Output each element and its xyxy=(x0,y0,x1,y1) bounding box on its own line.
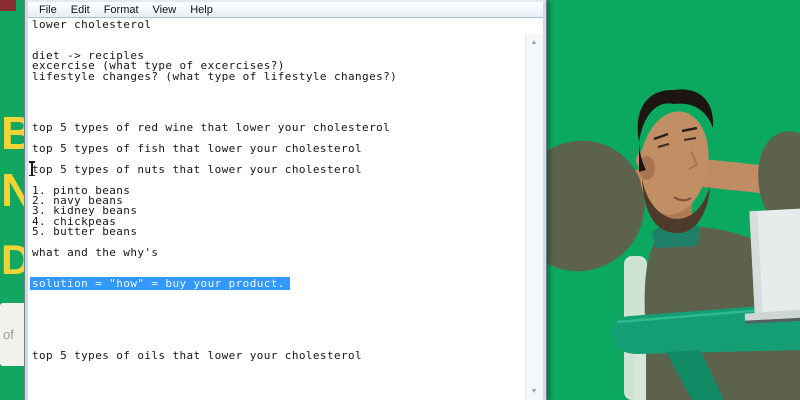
menu-item-help[interactable]: Help xyxy=(183,3,220,17)
stock-photo-man-relaxing xyxy=(546,0,800,400)
text-line[interactable] xyxy=(32,258,526,268)
text-line[interactable] xyxy=(32,103,526,113)
text-line[interactable]: lower cholesterol xyxy=(32,20,526,30)
scroll-down-arrow-icon[interactable]: ▼ xyxy=(526,385,542,399)
thumbnail-letter: B xyxy=(1,110,25,156)
thumbnail-caption-box: of xyxy=(0,303,25,366)
text-line[interactable]: lifestyle changes? (what type of lifesty… xyxy=(32,72,526,82)
text-editor[interactable]: lower cholesteroldiet -> reciplesexcerci… xyxy=(28,18,526,400)
text-line[interactable] xyxy=(32,82,526,92)
vertical-scrollbar[interactable]: ▲ ▼ xyxy=(525,34,543,400)
menu-item-view[interactable]: View xyxy=(146,3,184,17)
text-line[interactable]: 5. butter beans xyxy=(32,227,526,237)
text-line[interactable] xyxy=(32,299,526,309)
ibeam-mouse-cursor xyxy=(28,161,36,176)
text-line[interactable]: top 5 types of nuts that lower your chol… xyxy=(32,165,526,175)
menu-item-edit[interactable]: Edit xyxy=(64,3,97,17)
thumbnail-caption-text: of xyxy=(3,327,14,342)
text-line[interactable] xyxy=(32,30,526,40)
text-line[interactable] xyxy=(32,289,526,299)
menu-bar: FileEditFormatViewHelp xyxy=(28,2,543,18)
text-line[interactable]: top 5 types of red wine that lower your … xyxy=(32,123,526,133)
menu-item-format[interactable]: Format xyxy=(97,3,146,17)
text-line[interactable] xyxy=(32,320,526,330)
text-line[interactable] xyxy=(32,92,526,102)
menu-item-file[interactable]: File xyxy=(32,3,64,17)
text-line[interactable]: top 5 types of fish that lower your chol… xyxy=(32,144,526,154)
text-line[interactable]: top 5 types of oils that lower your chol… xyxy=(32,351,526,361)
text-line[interactable] xyxy=(32,330,526,340)
thumbnail-letter: N xyxy=(1,167,25,213)
desktop: BN DI of xyxy=(0,0,800,400)
scroll-up-arrow-icon[interactable]: ▲ xyxy=(526,36,542,50)
selected-text[interactable]: solution = "how" = buy your product. xyxy=(30,277,290,290)
thumbnail-letter: DI xyxy=(1,239,25,281)
text-line[interactable]: what and the why's xyxy=(32,248,526,258)
thumbnail-red-chip xyxy=(0,0,16,11)
background-thumbnail-strip: BN DI of xyxy=(0,0,25,400)
editor-area: lower cholesteroldiet -> reciplesexcerci… xyxy=(28,18,543,400)
text-line[interactable]: solution = "how" = buy your product. xyxy=(32,279,526,289)
notepad-window: FileEditFormatViewHelp lower cholesterol… xyxy=(25,0,546,400)
text-line[interactable] xyxy=(32,310,526,320)
